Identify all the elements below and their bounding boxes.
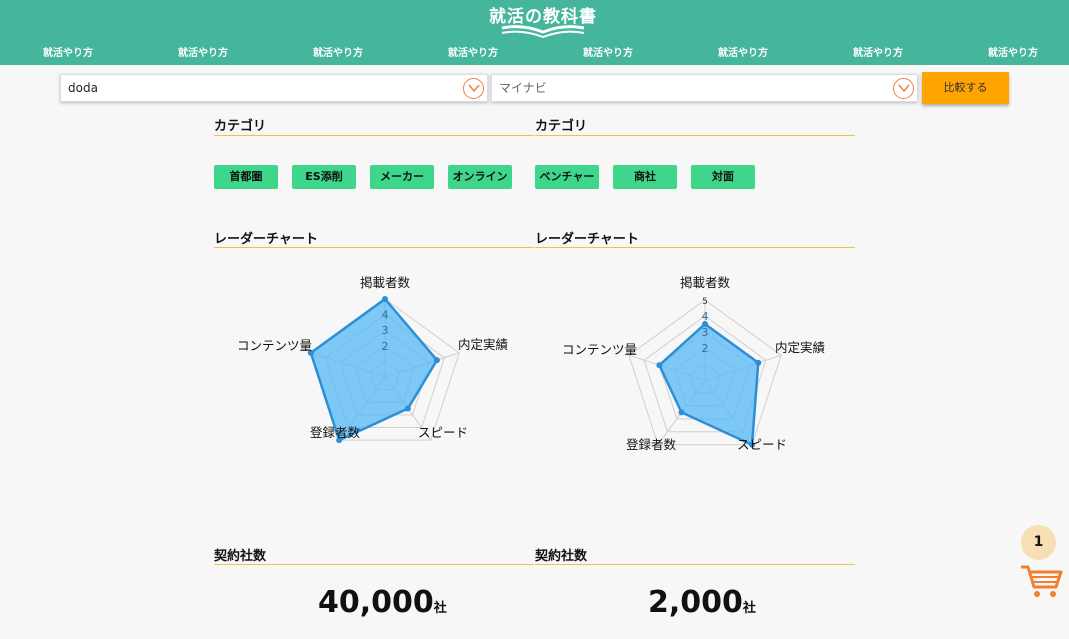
radar-tick-label: 3 <box>702 326 709 339</box>
contract-unit: 社 <box>742 601 756 616</box>
select-placeholder: マイナビ <box>499 81 547 95</box>
radar-tick-label: 4 <box>702 310 709 323</box>
site-logo[interactable]: 就活の教科書 <box>488 2 598 40</box>
category-tag[interactable]: 対面 <box>691 165 755 189</box>
radar-data-area <box>309 297 439 442</box>
radar-tick-label: 2 <box>702 342 709 355</box>
category-tag[interactable]: 商社 <box>613 165 677 189</box>
category-tag[interactable]: ES添削 <box>292 165 356 189</box>
contract-unit: 社 <box>433 601 447 616</box>
radar-data-point <box>678 409 685 416</box>
cart-count-badge[interactable]: 1 <box>1021 525 1056 560</box>
radar-chart-right: 2 3 4 5 掲載者数内定実績スピード 登録者数 コンテンツ量 <box>562 275 825 452</box>
radar-axis-label: 内定実績 <box>458 337 508 352</box>
nav-item[interactable]: 就活やり方 <box>563 44 653 59</box>
service-select-right[interactable]: マイナビ <box>491 74 918 102</box>
radar-axis-label: 内定実績 <box>775 340 825 355</box>
radar-chart-left: 2 3 4 掲載者数内定実績スピード 登録者数 コンテンツ量 <box>237 275 508 444</box>
divider <box>535 564 855 565</box>
service-select-left[interactable]: doda <box>60 74 488 102</box>
radar-tick-label: 5 <box>702 297 708 307</box>
radar-tick-label: 2 <box>382 340 389 353</box>
nav-item[interactable]: 就活やり方 <box>833 44 923 59</box>
contract-count-value: 2,000 <box>648 585 743 620</box>
radar-axis-label: コンテンツ量 <box>562 342 637 357</box>
nav-item[interactable]: 就活やり方 <box>698 44 788 59</box>
radar-data-area <box>657 322 760 447</box>
select-value: doda <box>68 81 98 95</box>
site-header: 就活の教科書 就活やり方 就活やり方 就活やり方 就活やり方 就活やり方 就活や… <box>0 0 1069 65</box>
radar-axis-label: コンテンツ量 <box>237 338 312 353</box>
contracts-title-left: 契約社数 <box>214 549 267 564</box>
radar-data-point <box>404 405 411 412</box>
category-title-left: カテゴリ <box>214 119 267 134</box>
divider <box>214 247 534 248</box>
divider <box>535 135 855 136</box>
radar-data-point <box>656 362 663 369</box>
nav-item[interactable]: 就活やり方 <box>968 44 1058 59</box>
contract-count-value: 40,000 <box>318 585 434 620</box>
contract-count-right: 2,000社 <box>648 585 756 620</box>
chevron-down-icon[interactable] <box>463 78 484 99</box>
radar-data-point <box>755 359 762 366</box>
radar-data-point <box>382 296 388 302</box>
category-tag[interactable]: メーカー <box>370 165 434 189</box>
contracts-title-right: 契約社数 <box>535 549 588 564</box>
radar-tick-label: 4 <box>382 309 389 322</box>
divider <box>214 564 534 565</box>
radar-data-point <box>433 357 440 364</box>
radar-axis-label: 登録者数 <box>310 425 361 440</box>
category-tag[interactable]: ベンチャー <box>535 165 599 189</box>
book-icon <box>501 25 585 39</box>
nav-item[interactable]: 就活やり方 <box>23 44 113 59</box>
radar-axis-label: 掲載者数 <box>680 275 731 290</box>
radar-axis-label: スピード <box>737 437 787 452</box>
nav-item[interactable]: 就活やり方 <box>428 44 518 59</box>
radar-tick-label: 3 <box>382 324 389 337</box>
cart-icon[interactable] <box>1019 563 1064 599</box>
main-nav: 就活やり方 就活やり方 就活やり方 就活やり方 就活やり方 就活やり方 就活やり… <box>0 44 1069 60</box>
chevron-down-icon[interactable] <box>893 78 914 99</box>
divider <box>535 247 855 248</box>
radar-axis-label: 登録者数 <box>626 437 677 452</box>
category-tag[interactable]: オンライン <box>448 165 512 189</box>
radar-title-right: レーダーチャート <box>535 232 639 247</box>
compare-button[interactable]: 比較する <box>922 72 1009 104</box>
radar-title-left: レーダーチャート <box>214 232 318 247</box>
divider <box>214 135 534 136</box>
category-title-right: カテゴリ <box>535 119 588 134</box>
radar-axis-label: 掲載者数 <box>360 275 411 290</box>
radar-axis-label: スピード <box>418 425 468 440</box>
nav-item[interactable]: 就活やり方 <box>158 44 248 59</box>
category-tag[interactable]: 首都圏 <box>214 165 278 189</box>
contract-count-left: 40,000社 <box>318 585 447 620</box>
nav-item[interactable]: 就活やり方 <box>293 44 383 59</box>
